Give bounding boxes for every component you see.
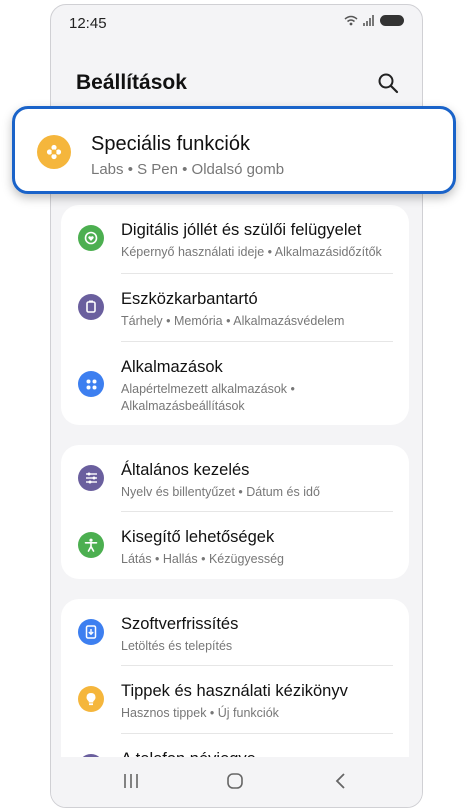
device-icon	[78, 294, 104, 320]
highlighted-item-advanced-features[interactable]: Speciális funkciók Labs • S Pen • Oldals…	[12, 106, 456, 194]
settings-group-1: Digitális jóllét és szülői felügyelet Ké…	[61, 205, 409, 425]
item-title: Szoftverfrissítés	[121, 615, 239, 633]
back-icon[interactable]	[331, 771, 351, 791]
item-software-update[interactable]: Szoftverfrissítés Letöltés és telepítés	[61, 599, 409, 665]
item-title: Tippek és használati kézikönyv	[121, 682, 348, 700]
gear-icon	[37, 135, 71, 169]
item-title: Eszközkarbantartó	[121, 290, 258, 308]
apps-icon	[78, 371, 104, 397]
item-subtitle: Letöltés és telepítés	[121, 639, 233, 653]
recents-icon[interactable]	[121, 771, 141, 791]
item-tips-manual[interactable]: Tippek és használati kézikönyv Hasznos t…	[61, 666, 409, 732]
battery-icon	[380, 15, 404, 26]
item-digital-wellbeing[interactable]: Digitális jóllét és szülői felügyelet Ké…	[61, 205, 409, 271]
item-title: Digitális jóllét és szülői felügyelet	[121, 221, 362, 239]
item-subtitle: Nyelv és billentyűzet • Dátum és idő	[121, 485, 320, 499]
item-title: Alkalmazások	[121, 358, 223, 376]
page-title: Beállítások	[76, 71, 187, 94]
item-subtitle: Alapértelmezett alkalmazások • Alkalmazá…	[121, 382, 295, 413]
wifi-icon	[344, 15, 358, 26]
home-icon[interactable]	[225, 771, 245, 791]
item-subtitle: Látás • Hallás • Kézügyesség	[121, 552, 285, 566]
settings-group-2: Általános kezelés Nyelv és billentyűzet …	[61, 445, 409, 579]
highlighted-subtitle: Labs • S Pen • Oldalsó gomb	[91, 161, 285, 178]
item-apps[interactable]: Alkalmazások Alapértelmezett alkalmazáso…	[61, 342, 409, 422]
search-icon[interactable]	[376, 71, 400, 95]
item-device-care[interactable]: Eszközkarbantartó Tárhely • Memória • Al…	[61, 274, 409, 340]
settings-group-3: Szoftverfrissítés Letöltés és telepítés …	[61, 599, 409, 780]
navigation-bar	[51, 757, 422, 807]
download-icon	[78, 619, 104, 645]
heart-icon	[78, 225, 104, 251]
item-title: Általános kezelés	[121, 461, 250, 479]
item-subtitle: Hasznos tippek • Új funkciók	[121, 706, 279, 720]
item-accessibility[interactable]: Kisegítő lehetőségek Látás • Hallás • Ké…	[61, 512, 409, 578]
item-title: Kisegítő lehetőségek	[121, 528, 275, 546]
item-subtitle: Tárhely • Memória • Alkalmazásvédelem	[121, 314, 345, 328]
highlighted-title: Speciális funkciók	[91, 133, 250, 155]
item-general-management[interactable]: Általános kezelés Nyelv és billentyűzet …	[61, 445, 409, 511]
settings-header: Beállítások	[51, 61, 422, 109]
accessibility-icon	[78, 532, 104, 558]
status-bar: 12:45	[51, 5, 422, 39]
status-time: 12:45	[69, 15, 107, 32]
signal-icon	[363, 15, 374, 26]
bulb-icon	[78, 686, 104, 712]
sliders-icon	[78, 465, 104, 491]
item-subtitle: Képernyő használati ideje • Alkalmazásid…	[121, 245, 382, 259]
